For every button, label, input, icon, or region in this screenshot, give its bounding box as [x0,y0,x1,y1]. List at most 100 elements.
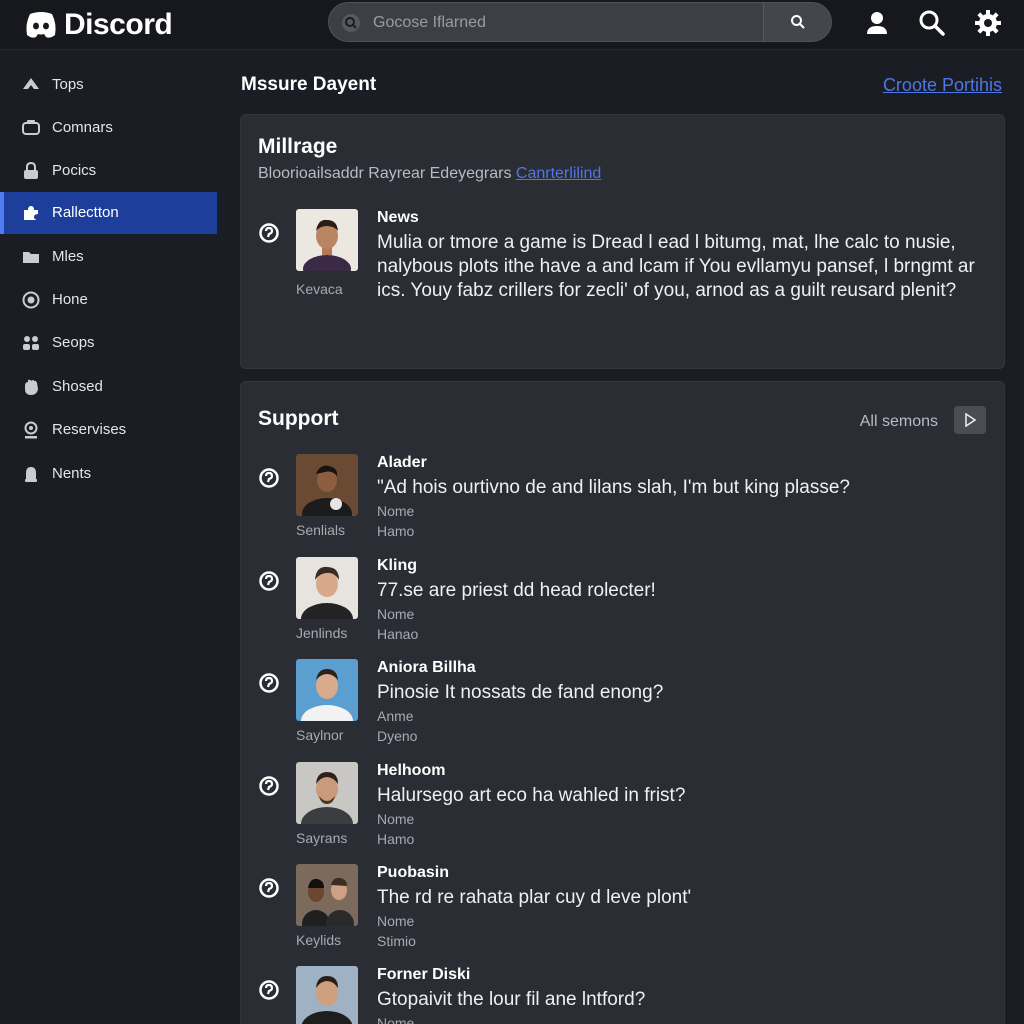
post-text[interactable]: 77.se are priest dd head rolecter! [377,579,987,603]
card-title: Support [258,407,339,430]
avatar[interactable] [296,209,358,271]
post-meta: Nome [377,811,415,827]
sidebar-item-label: Reservises [52,421,127,438]
post-author[interactable]: Helhoom [377,762,445,780]
question-icon [259,571,279,591]
post-meta: Anme [377,708,414,724]
up-arrow-icon [23,78,39,89]
post-meta: Hanao [377,626,419,642]
post-text[interactable]: The rd re rahata plar cuy d leve plont' [377,886,987,910]
avatar[interactable] [296,762,358,824]
next-button[interactable] [954,406,986,434]
search-button[interactable] [763,3,831,41]
avatar[interactable] [296,659,358,721]
post-author[interactable]: Kling [377,557,417,575]
post-meta: Nome [377,606,415,622]
post-text[interactable]: "Ad hois ourtivno de and lilans slah, I'… [377,476,987,500]
post-text[interactable]: Pinosie It nossats de fand enong? [377,681,987,705]
avatar[interactable] [296,454,358,516]
author-handle: Keylids [296,932,342,948]
sidebar-item-label: Pocics [52,162,97,179]
sidebar-item-mles[interactable]: Mles [0,236,217,278]
page-title: Mssure Dayent [241,74,377,95]
post-meta: Stimio [377,933,416,949]
post-item[interactable]: Saylnor Aniora Billha Pinosie It nossats… [241,659,1006,759]
post-item[interactable]: Sayrans Helhoom Halursego art eco ha wah… [241,762,1006,862]
question-icon [259,776,279,796]
post-meta: Hamo [377,523,415,539]
sidebar-item-comnars[interactable]: Comnars [0,107,217,149]
author-handle: Sayrans [296,830,348,846]
post-meta: Nome [377,913,415,929]
chat-icon [22,120,40,135]
card-subtitle-text: Bloorioailsaddr Rayrear Edeyegrars [258,165,512,182]
sidebar-item-hone[interactable]: Hone [0,279,217,321]
sidebar-item-label: Tops [52,76,84,93]
sidebar-item-rallectton[interactable]: Rallectton [0,192,217,234]
question-icon [259,878,279,898]
sidebar: Tops Comnars Pocics Rallectton Mles Hone… [0,51,228,1024]
post-author[interactable]: Forner Diski [377,966,470,984]
post-meta: Nome [377,1015,415,1024]
hand-icon [25,379,38,395]
card-subtitle: Bloorioailsaddr Rayrear Edeyegrars Canrt… [258,165,601,183]
gear-icon[interactable] [973,8,1003,38]
post-meta: Nome [377,503,415,519]
create-link[interactable]: Croote Portihis [883,75,1002,96]
sidebar-item-label: Hone [52,291,88,308]
featured-card: Millrage Bloorioailsaddr Rayrear Edeyegr… [240,114,1005,369]
question-icon [259,980,279,1000]
avatar[interactable] [296,966,358,1024]
discord-logo-icon [26,12,56,38]
app-name: Discord [64,8,173,41]
post-text[interactable]: Halursego art eco ha wahled in frist? [377,784,987,808]
sidebar-item-label: Mles [52,248,84,265]
search-icon [342,14,360,32]
all-sessions-link[interactable]: All semons [860,413,938,431]
sidebar-item-pocics[interactable]: Pocics [0,150,217,192]
avatar[interactable] [296,557,358,619]
post-item[interactable]: Kevaca News Mulia or tmore a game is Dre… [241,209,1006,349]
post-item[interactable]: Jenlinds Kling 77.se are priest dd head … [241,557,1006,657]
circle-icon [22,291,40,309]
folder-icon [23,252,39,263]
question-icon [259,468,279,488]
post-text[interactable]: Gtopaivit the lour fil ane lntford? [377,988,987,1012]
post-item[interactable]: Keylids Puobasin The rd re rahata plar c… [241,864,1006,964]
post-author[interactable]: Aniora Billha [377,659,476,677]
sidebar-item-label: Seops [52,334,95,351]
group-icon [23,336,39,350]
post-text[interactable]: Mulia or tmore a game is Dread l ead l b… [377,231,987,303]
sidebar-item-tops[interactable]: Tops [0,64,217,106]
sidebar-item-label: Shosed [52,378,103,395]
post-item[interactable]: Forner Diski Gtopaivit the lour fil ane … [241,966,1006,1024]
question-icon [259,223,279,243]
search-icon [790,15,805,29]
bell-icon [25,467,37,482]
search-icon[interactable] [917,8,947,38]
puzzle-icon [24,206,38,220]
card-subtitle-link[interactable]: Canrterlilind [516,165,601,182]
post-item[interactable]: Senlials Alader "Ad hois ourtivno de and… [241,454,1006,554]
sidebar-item-label: Rallectton [52,204,119,221]
question-icon [259,673,279,693]
search-bar[interactable] [328,2,832,42]
sidebar-item-seops[interactable]: Seops [0,322,217,364]
avatar[interactable] [296,864,358,926]
sidebar-item-nents[interactable]: Nents [0,453,217,495]
sidebar-item-label: Nents [52,465,92,482]
post-author[interactable]: Puobasin [377,864,449,882]
search-input[interactable] [373,9,753,37]
sidebar-item-shosed[interactable]: Shosed [0,366,217,408]
author-handle: Senlials [296,522,346,538]
discord-logo[interactable]: Discord [24,8,173,42]
author-handle: Kevaca [296,281,343,297]
post-author[interactable]: Alader [377,454,427,472]
author-handle: Saylnor [296,727,344,743]
lock-icon [24,162,38,179]
post-author[interactable]: News [377,209,419,227]
author-handle: Jenlinds [296,625,348,641]
user-icon[interactable] [862,8,892,38]
sidebar-item-reservises[interactable]: Reservises [0,409,217,451]
sidebar-item-label: Comnars [52,119,113,136]
